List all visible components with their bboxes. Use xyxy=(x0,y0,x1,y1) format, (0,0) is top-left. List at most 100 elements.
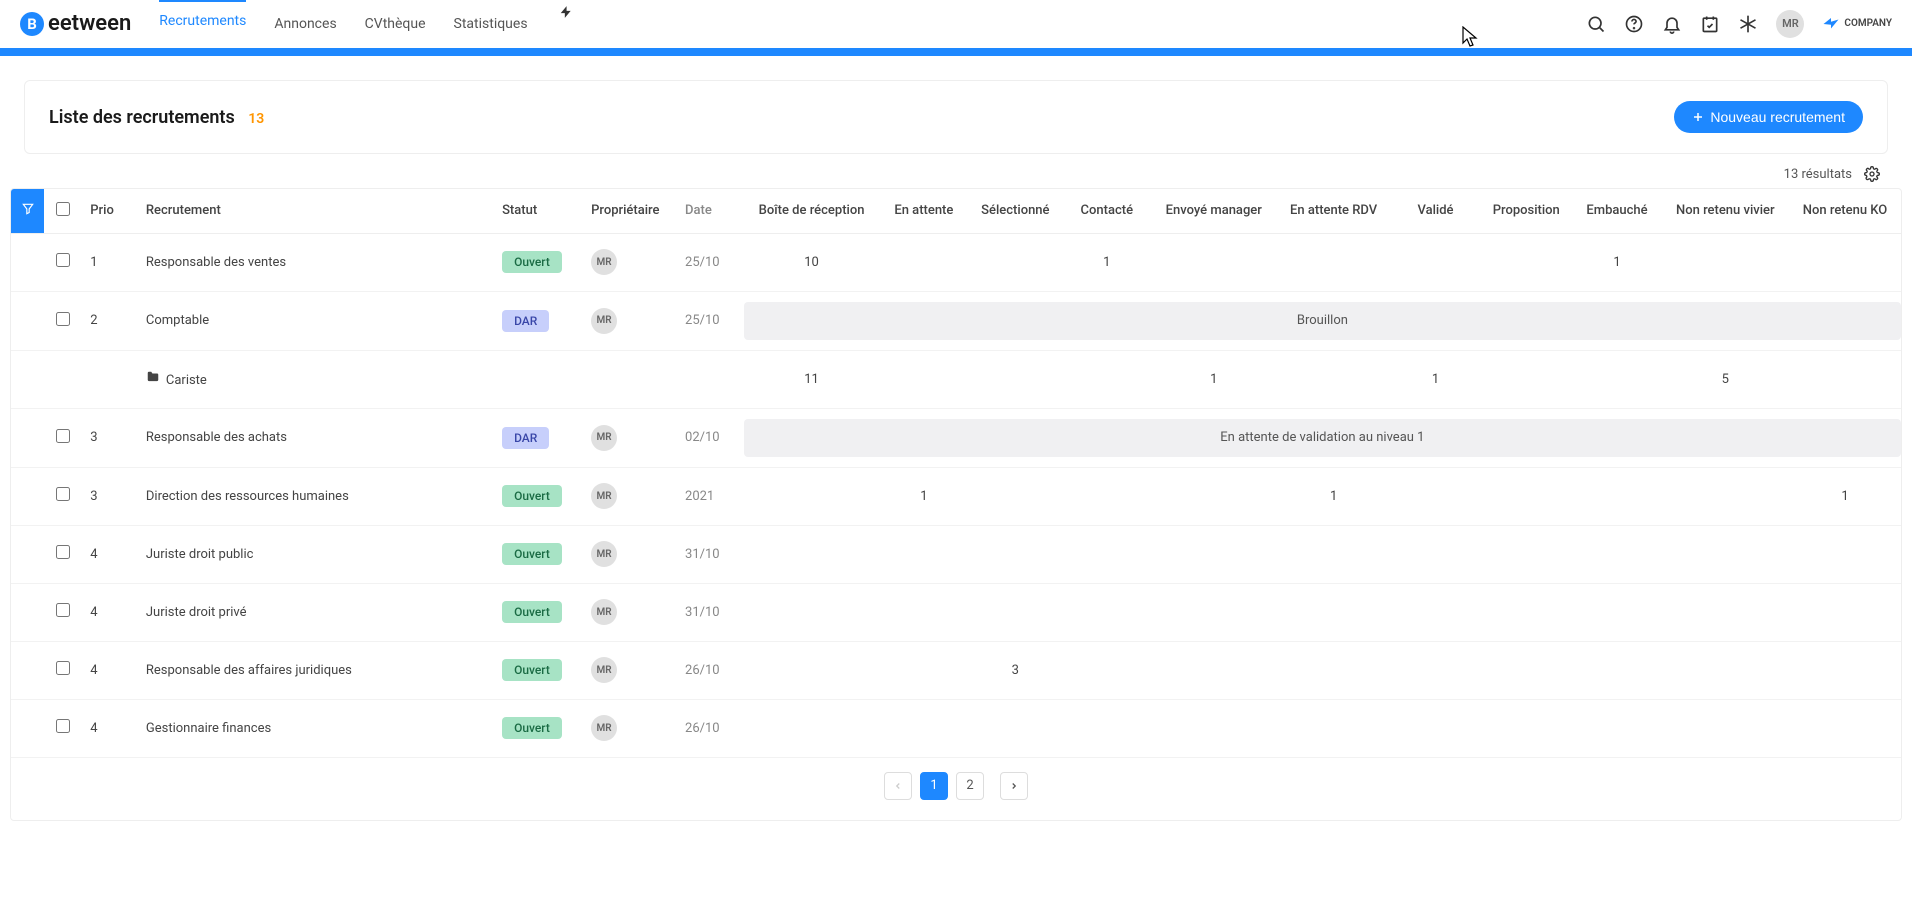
row-date: 31/10 xyxy=(677,525,744,583)
cell-boite: 11 xyxy=(744,350,880,408)
cell-envoye_manager xyxy=(1151,233,1276,291)
nav-recrutements[interactable]: Recrutements xyxy=(159,0,246,46)
calendar-icon[interactable] xyxy=(1700,14,1720,34)
row-checkbox[interactable] xyxy=(56,312,70,326)
bolt-icon[interactable] xyxy=(556,2,576,22)
nav-annonces[interactable]: Annonces xyxy=(274,2,336,46)
owner-avatar[interactable]: MR xyxy=(591,541,617,567)
col-boite[interactable]: Boîte de réception xyxy=(744,189,880,233)
col-valide[interactable]: Validé xyxy=(1391,189,1480,233)
user-avatar[interactable]: MR xyxy=(1776,10,1804,38)
col-proposition[interactable]: Proposition xyxy=(1480,189,1572,233)
row-name[interactable]: Cariste xyxy=(138,350,494,408)
table-row[interactable]: 3Direction des ressources humainesOuvert… xyxy=(11,467,1901,525)
col-envoye-manager[interactable]: Envoyé manager xyxy=(1151,189,1276,233)
row-name[interactable]: Comptable xyxy=(138,291,494,350)
row-checkbox[interactable] xyxy=(56,719,70,733)
row-name[interactable]: Responsable des achats xyxy=(138,408,494,467)
logo[interactable]: B eetween xyxy=(20,11,131,36)
col-prio[interactable]: Prio xyxy=(82,189,138,233)
select-all-checkbox[interactable] xyxy=(44,189,82,233)
nav-cvtheque[interactable]: CVthèque xyxy=(365,2,426,46)
cell-attente xyxy=(879,699,968,757)
row-checkbox[interactable] xyxy=(56,487,70,501)
col-non-retenu-vivier[interactable]: Non retenu vivier xyxy=(1662,189,1790,233)
col-contacte[interactable]: Contacté xyxy=(1062,189,1151,233)
row-checkbox[interactable] xyxy=(56,253,70,267)
cell-non_retenu_ko: 1 xyxy=(1789,467,1901,525)
col-date[interactable]: Date xyxy=(677,189,744,233)
cell-selectionne xyxy=(968,699,1062,757)
cell-attente xyxy=(879,233,968,291)
row-date: 2021 xyxy=(677,467,744,525)
help-icon[interactable] xyxy=(1624,14,1644,34)
row-checkbox[interactable] xyxy=(56,429,70,443)
row-checkbox[interactable] xyxy=(56,545,70,559)
cell-selectionne xyxy=(968,233,1062,291)
company-logo[interactable]: COMPANY xyxy=(1822,15,1892,33)
col-attente[interactable]: En attente xyxy=(879,189,968,233)
owner-avatar[interactable]: MR xyxy=(591,657,617,683)
table-header-row: Prio Recrutement Statut Propriétaire Dat… xyxy=(11,189,1901,233)
owner-avatar[interactable]: MR xyxy=(591,599,617,625)
cell-non_retenu_vivier xyxy=(1662,525,1790,583)
col-proprietaire[interactable]: Propriétaire xyxy=(583,189,677,233)
table-row[interactable]: 4Responsable des affaires juridiquesOuve… xyxy=(11,641,1901,699)
page-1[interactable]: 1 xyxy=(920,772,948,800)
col-attente-rdv[interactable]: En attente RDV xyxy=(1276,189,1391,233)
col-non-retenu-ko[interactable]: Non retenu KO xyxy=(1789,189,1901,233)
col-statut[interactable]: Statut xyxy=(494,189,583,233)
cell-non_retenu_vivier xyxy=(1662,233,1790,291)
cell-contacte xyxy=(1062,467,1151,525)
owner-avatar[interactable]: MR xyxy=(591,249,617,275)
table-row[interactable]: Cariste11115 xyxy=(11,350,1901,408)
cell-selectionne xyxy=(968,583,1062,641)
snowflake-icon[interactable] xyxy=(1738,14,1758,34)
cell-contacte xyxy=(1062,525,1151,583)
table-row[interactable]: 4Juriste droit privéOuvertMR31/10 xyxy=(11,583,1901,641)
row-name[interactable]: Responsable des affaires juridiques xyxy=(138,641,494,699)
cell-attente_rdv xyxy=(1276,233,1391,291)
owner-avatar[interactable]: MR xyxy=(591,715,617,741)
owner-avatar[interactable]: MR xyxy=(591,483,617,509)
recruitment-table: Prio Recrutement Statut Propriétaire Dat… xyxy=(10,188,1902,821)
table-row[interactable]: 4Gestionnaire financesOuvertMR26/10 xyxy=(11,699,1901,757)
col-selectionne[interactable]: Sélectionné xyxy=(968,189,1062,233)
cell-envoye_manager xyxy=(1151,699,1276,757)
table-row[interactable]: 2ComptableDARMR25/10Brouillon xyxy=(11,291,1901,350)
row-checkbox[interactable] xyxy=(56,603,70,617)
results-line: 13 résultats xyxy=(24,164,1882,184)
results-count: 13 résultats xyxy=(1784,167,1852,182)
nav-statistiques[interactable]: Statistiques xyxy=(454,2,528,46)
page-prev[interactable] xyxy=(884,772,912,800)
cell-embauche xyxy=(1572,525,1661,583)
search-icon[interactable] xyxy=(1586,14,1606,34)
table-row[interactable]: 1Responsable des ventesOuvertMR25/101011 xyxy=(11,233,1901,291)
row-date: 25/10 xyxy=(677,291,744,350)
row-checkbox[interactable] xyxy=(56,661,70,675)
table-row[interactable]: 4Juriste droit publicOuvertMR31/10 xyxy=(11,525,1901,583)
cell-attente_rdv xyxy=(1276,641,1391,699)
cell-contacte xyxy=(1062,583,1151,641)
bell-icon[interactable] xyxy=(1662,14,1682,34)
row-name[interactable]: Juriste droit public xyxy=(138,525,494,583)
row-name[interactable]: Direction des ressources humaines xyxy=(138,467,494,525)
gear-icon[interactable] xyxy=(1862,164,1882,184)
filter-button[interactable] xyxy=(11,189,44,233)
new-recruitment-button[interactable]: Nouveau recrutement xyxy=(1674,101,1863,133)
topbar: B eetween Recrutements Annonces CVthèque… xyxy=(0,0,1912,48)
cell-contacte: 1 xyxy=(1062,233,1151,291)
row-name[interactable]: Gestionnaire finances xyxy=(138,699,494,757)
page-next[interactable] xyxy=(1000,772,1028,800)
col-recrutement[interactable]: Recrutement xyxy=(138,189,494,233)
col-embauche[interactable]: Embauché xyxy=(1572,189,1661,233)
owner-avatar[interactable]: MR xyxy=(591,425,617,451)
row-name[interactable]: Juriste droit privé xyxy=(138,583,494,641)
cell-proposition xyxy=(1480,467,1572,525)
page-2[interactable]: 2 xyxy=(956,772,984,800)
table-row[interactable]: 3Responsable des achatsDARMR02/10En atte… xyxy=(11,408,1901,467)
cell-valide xyxy=(1391,699,1480,757)
row-name[interactable]: Responsable des ventes xyxy=(138,233,494,291)
cell-non_retenu_ko xyxy=(1789,525,1901,583)
owner-avatar[interactable]: MR xyxy=(591,308,617,334)
